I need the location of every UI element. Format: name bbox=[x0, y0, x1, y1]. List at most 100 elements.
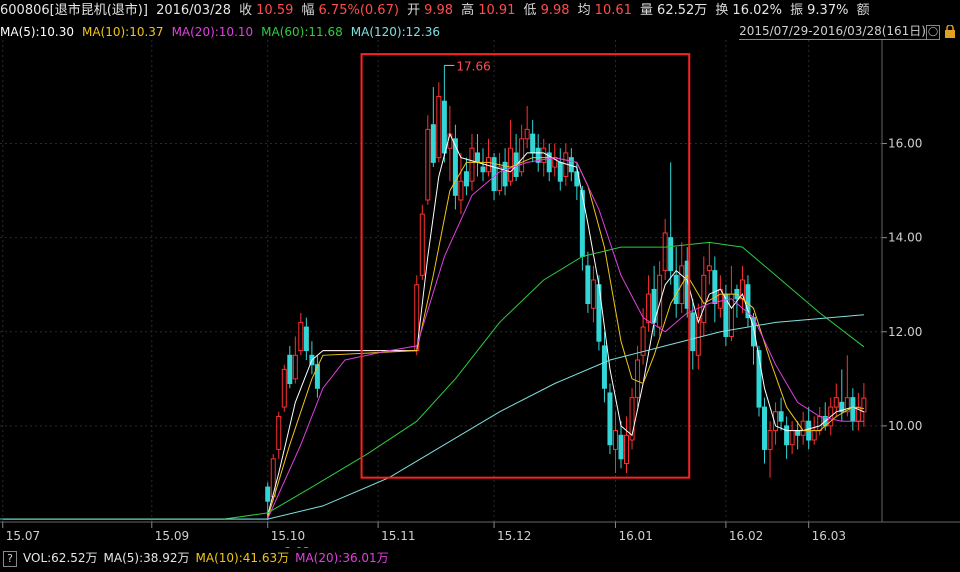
candle-body bbox=[789, 430, 795, 446]
candle-body bbox=[430, 124, 436, 163]
vol-ma5-legend: MA(5):38.92万 bbox=[103, 551, 190, 565]
candle-body bbox=[497, 166, 503, 192]
help-icon[interactable]: ? bbox=[3, 551, 17, 567]
low-label: 低 bbox=[523, 3, 537, 18]
x-tick-label: 16.02 bbox=[729, 529, 763, 543]
candle-body bbox=[298, 321, 304, 352]
amplitude-value: 9.37% bbox=[807, 3, 849, 18]
candle-body bbox=[281, 368, 287, 408]
avg-label: 均 bbox=[577, 3, 591, 18]
change-label: 幅 bbox=[301, 3, 315, 18]
vol-ma20-legend: MA(20):36.01万 bbox=[295, 551, 389, 565]
volume-value: 62.52万 bbox=[657, 3, 708, 18]
candle-body bbox=[508, 147, 514, 182]
turnover-label: 换 bbox=[715, 3, 729, 18]
open-label: 开 bbox=[407, 3, 421, 18]
candle-body bbox=[287, 354, 293, 385]
candle-body bbox=[784, 425, 790, 446]
candle-body bbox=[469, 147, 475, 182]
ma60-legend: MA(60):11.68 bbox=[261, 25, 343, 39]
candle-body bbox=[425, 128, 431, 201]
avg-value: 10.61 bbox=[594, 3, 632, 18]
volume-label: 量 bbox=[640, 3, 654, 18]
candle-body bbox=[690, 312, 696, 352]
candle-body bbox=[850, 397, 856, 422]
candle-body bbox=[463, 171, 469, 187]
stock-code[interactable]: 600806[退市昆机(退市)] bbox=[0, 3, 148, 18]
candle-body bbox=[635, 359, 641, 399]
candle-body bbox=[441, 100, 447, 154]
candle-body bbox=[762, 406, 768, 450]
high-label: 高 bbox=[461, 3, 475, 18]
candle-body bbox=[292, 354, 298, 380]
candle-body bbox=[701, 274, 707, 323]
candle-body bbox=[530, 133, 536, 154]
candle-body bbox=[480, 166, 486, 173]
date-range[interactable]: 2015/07/29-2016/03/28(161日) bbox=[739, 23, 926, 40]
candle-body bbox=[662, 232, 668, 272]
x-tick-label: 15.11 bbox=[381, 529, 415, 543]
x-tick-label: 16.01 bbox=[618, 529, 652, 543]
candle-body bbox=[585, 265, 591, 305]
candle-body bbox=[419, 213, 425, 276]
amplitude-label: 振 bbox=[790, 3, 804, 18]
candle-body bbox=[601, 345, 607, 389]
candle-body bbox=[524, 128, 530, 140]
low-value: 9.98 bbox=[540, 3, 570, 18]
candlestick-chart[interactable]: 16.00 14.00 12.00 10.00 15.07 15.09 15.10 15.11… bbox=[0, 40, 960, 548]
y-tick-label: 16.00 bbox=[888, 137, 922, 151]
candle-body bbox=[436, 95, 442, 159]
candle-body bbox=[303, 326, 309, 352]
y-tick-label: 12.00 bbox=[888, 325, 922, 339]
ma10-legend: MA(10):10.37 bbox=[81, 25, 164, 39]
x-tick-label: 16.03 bbox=[812, 529, 846, 543]
lock-icon[interactable] bbox=[944, 25, 956, 38]
candle-body bbox=[767, 430, 773, 450]
candle-body bbox=[557, 161, 563, 182]
candle-body bbox=[673, 274, 679, 305]
ma-line-ma20 bbox=[267, 157, 864, 519]
candle-body bbox=[624, 434, 630, 465]
candle-body bbox=[833, 397, 839, 408]
candle-body bbox=[265, 486, 271, 502]
close-label: 收 bbox=[239, 3, 253, 18]
range-settings-icon[interactable]: ◯ bbox=[926, 25, 940, 40]
ma5-legend: MA(5):10.30 bbox=[0, 25, 74, 39]
candle-body bbox=[474, 152, 480, 163]
candle-body bbox=[270, 458, 276, 497]
ma-line-ma5 bbox=[267, 132, 865, 516]
candle-body bbox=[607, 392, 613, 446]
candle-body bbox=[519, 138, 525, 173]
vol-ma10-legend: MA(10):41.63万 bbox=[195, 551, 290, 565]
candle-body bbox=[778, 411, 784, 422]
candle-body bbox=[276, 415, 282, 450]
quote-header: 600806[退市昆机(退市)] 2016/03/28 收 10.59 幅 6.75… bbox=[0, 0, 960, 22]
candle-body bbox=[811, 430, 817, 441]
candle-body bbox=[458, 180, 464, 201]
turnover-value: 16.02% bbox=[732, 3, 782, 18]
candle-body bbox=[618, 434, 624, 460]
vol-legend: VOL:62.52万 bbox=[23, 551, 98, 565]
candle-body bbox=[817, 415, 823, 432]
y-tick-label: 10.00 bbox=[888, 419, 922, 433]
amount-label: 额 bbox=[856, 3, 870, 18]
ma-line-ma120 bbox=[2, 314, 864, 520]
open-value: 9.98 bbox=[424, 3, 454, 18]
candle-body bbox=[706, 265, 712, 272]
y-tick-label: 14.00 bbox=[888, 231, 922, 245]
candle-body bbox=[452, 138, 458, 196]
quote-date: 2016/03/28 bbox=[156, 3, 231, 18]
volume-legend: ? VOL:62.52万 MA(5):38.92万 MA(10):41.63万 MA(2… bbox=[0, 548, 960, 568]
candle-body bbox=[590, 279, 596, 309]
candle-body bbox=[861, 397, 867, 413]
candle-body bbox=[612, 430, 618, 450]
candle-body bbox=[314, 364, 320, 389]
x-tick-label: 15.10 bbox=[271, 529, 305, 543]
candle-body bbox=[668, 237, 674, 272]
ma-line-ma10 bbox=[267, 157, 864, 518]
close-value: 10.59 bbox=[256, 3, 294, 18]
candle-body bbox=[646, 293, 652, 323]
ma20-legend: MA(20):10.10 bbox=[171, 25, 254, 39]
candle-body bbox=[491, 157, 497, 192]
change-value: 6.75%(0.67) bbox=[318, 3, 399, 18]
